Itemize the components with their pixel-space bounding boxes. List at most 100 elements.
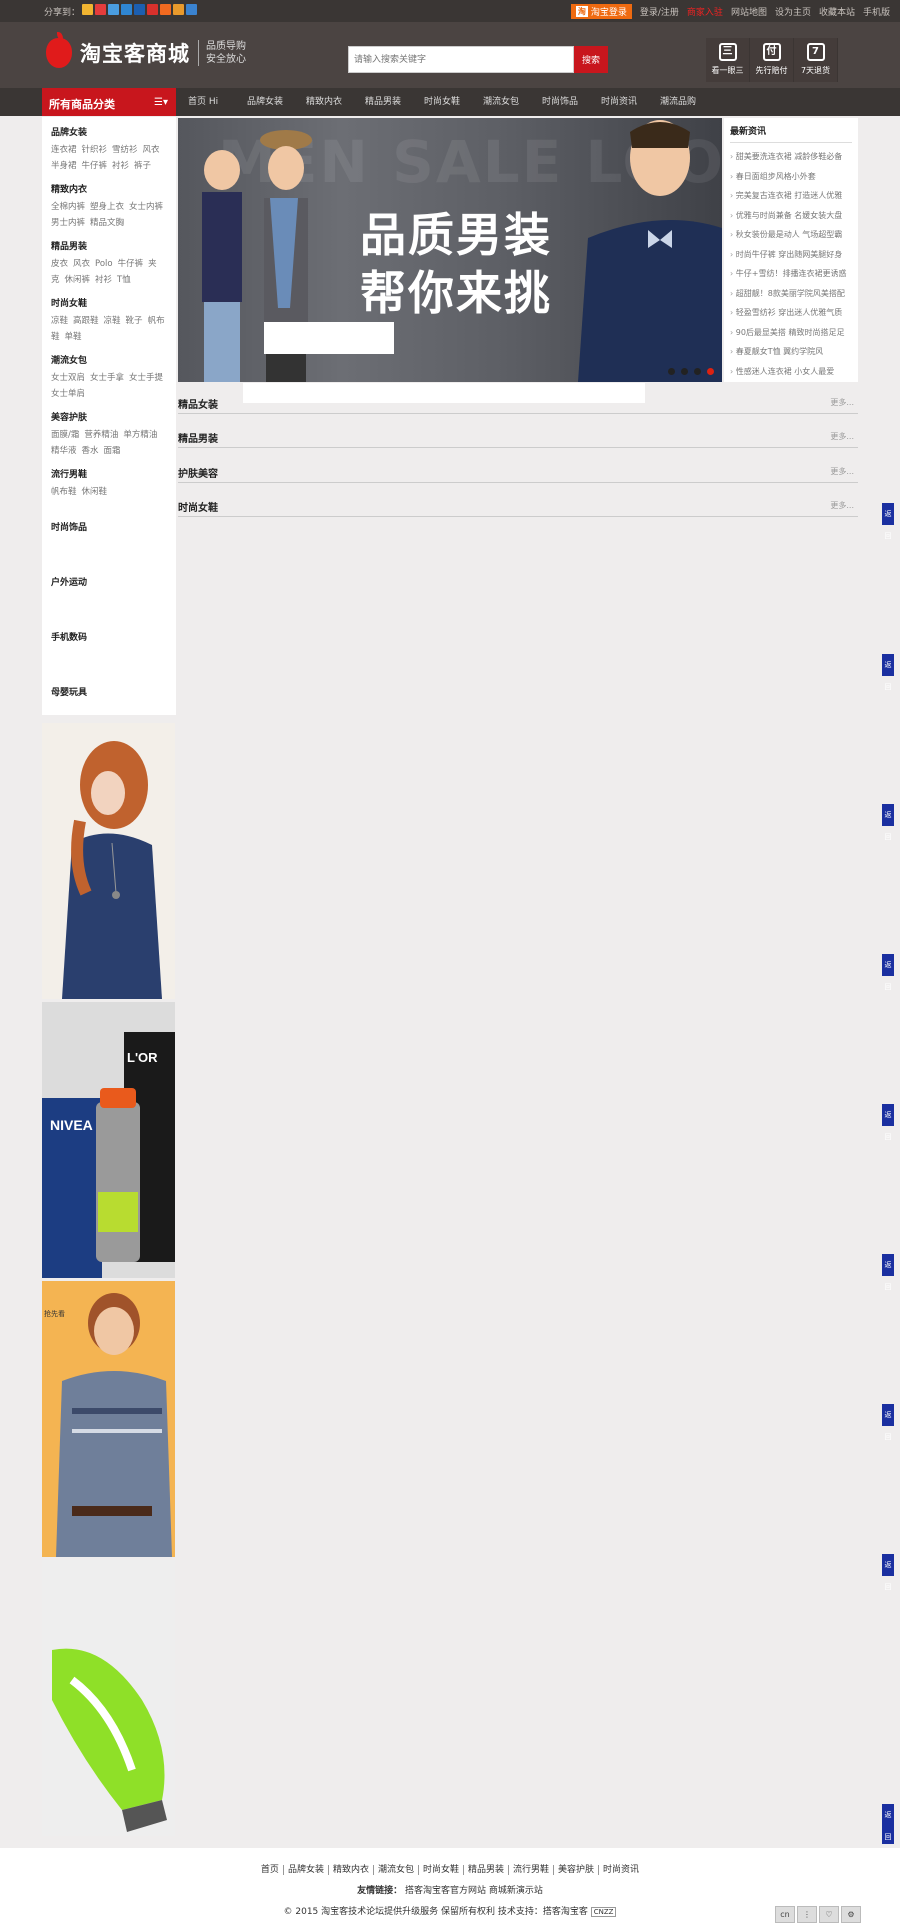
feature-advance-pay[interactable]: 付先行赔付 bbox=[750, 38, 794, 82]
heart-icon[interactable]: ♡ bbox=[819, 1906, 839, 1923]
ad-mens-skincare[interactable]: NIVEA L'OR bbox=[42, 1002, 175, 1278]
category-item[interactable]: 面膜/霜 bbox=[51, 430, 79, 440]
news-item[interactable]: 秋女装份最是动人 气场超型霸 bbox=[730, 225, 852, 245]
category-item[interactable]: 女士内裤 bbox=[129, 202, 163, 212]
side-tab[interactable]: 返回 bbox=[882, 1254, 894, 1291]
footer-link[interactable]: 精品男装 bbox=[464, 1865, 510, 1875]
category-item[interactable]: 全棉内裤 bbox=[51, 202, 85, 212]
ad-sports-shoe[interactable] bbox=[42, 1560, 175, 1836]
category-item[interactable]: 单方精油 bbox=[123, 430, 157, 440]
category-item[interactable]: 半身裙 bbox=[51, 161, 77, 171]
mobile-link[interactable]: 手机版 bbox=[863, 5, 890, 18]
category-item[interactable]: 面霜 bbox=[104, 446, 121, 456]
category-item[interactable]: 凉鞋 bbox=[51, 316, 68, 326]
category-item[interactable]: 塑身上衣 bbox=[90, 202, 124, 212]
search-input[interactable] bbox=[348, 46, 574, 73]
all-categories-button[interactable]: 所有商品分类 ☰▾ bbox=[42, 88, 176, 116]
share-kaixin-icon[interactable] bbox=[147, 4, 158, 15]
category-item[interactable]: 香水 bbox=[82, 446, 99, 456]
sitemap-link[interactable]: 网站地图 bbox=[731, 5, 767, 18]
side-tab[interactable]: 返回 bbox=[882, 1804, 894, 1844]
more-link[interactable]: 更多... bbox=[830, 431, 854, 442]
footer-link[interactable]: 时尚女鞋 bbox=[418, 1865, 464, 1875]
news-item[interactable]: 春日面组步风格小外套 bbox=[730, 167, 852, 187]
category-item[interactable]: 精品文胸 bbox=[90, 218, 124, 228]
banner-dot[interactable] bbox=[694, 368, 701, 375]
category-item[interactable]: 男士内裤 bbox=[51, 218, 85, 228]
category-item[interactable]: 风衣 bbox=[73, 259, 90, 269]
category-item[interactable]: 牛仔裤 bbox=[118, 259, 144, 269]
news-item[interactable]: 时尚牛仔裤 穿出随网美腿好身 bbox=[730, 245, 852, 265]
nav-women[interactable]: 品牌女装 bbox=[235, 88, 294, 116]
side-tab[interactable]: 返回 bbox=[882, 1554, 894, 1591]
nav-lingerie[interactable]: 精致内衣 bbox=[294, 88, 353, 116]
banner-cta-box[interactable] bbox=[264, 322, 394, 354]
language-icon[interactable]: cn bbox=[775, 1906, 795, 1923]
category-item[interactable]: 牛仔裤 bbox=[82, 161, 108, 171]
category-item[interactable]: 皮衣 bbox=[51, 259, 68, 269]
cnzz-badge[interactable]: CNZZ bbox=[590, 1907, 617, 1917]
nav-bags[interactable]: 潮流女包 bbox=[471, 88, 530, 116]
news-item[interactable]: 完美复古连衣裙 打造迷人优雅 bbox=[730, 186, 852, 206]
search-button[interactable]: 搜索 bbox=[574, 46, 608, 73]
category-item[interactable]: 衬衫 bbox=[95, 275, 112, 285]
category-item[interactable]: 女士单肩 bbox=[51, 389, 85, 399]
share-renren-icon[interactable] bbox=[134, 4, 145, 15]
banner-dot-active[interactable] bbox=[707, 368, 714, 375]
category-title[interactable]: 精致内衣 bbox=[51, 182, 176, 195]
site-logo[interactable]: 淘宝客商城 品质导购 安全放心 bbox=[46, 32, 246, 68]
category-item[interactable]: 裤子 bbox=[134, 161, 151, 171]
side-tab[interactable]: 返回 bbox=[882, 1404, 894, 1441]
footer-link[interactable]: 首页 bbox=[256, 1865, 284, 1875]
nav-home[interactable]: 首页 Hi bbox=[176, 88, 235, 116]
side-tab[interactable]: 返回 bbox=[882, 503, 894, 540]
news-item[interactable]: 牛仔+雪纺！排播连衣裙更诱惑 bbox=[730, 264, 852, 284]
side-tab[interactable]: 返回 bbox=[882, 954, 894, 991]
news-item[interactable]: 轻盈雪纺衫 穿出迷人优雅气质 bbox=[730, 303, 852, 323]
footer-link[interactable]: 时尚资讯 bbox=[599, 1865, 643, 1875]
nav-news[interactable]: 时尚资讯 bbox=[589, 88, 648, 116]
news-item[interactable]: 春夏靓女T恤 翼约学院风 bbox=[730, 342, 852, 362]
category-baby-toys[interactable]: 母婴玩具 bbox=[51, 685, 176, 698]
merchant-join-link[interactable]: 商家入驻 bbox=[687, 5, 723, 18]
set-homepage-link[interactable]: 设为主页 bbox=[775, 5, 811, 18]
category-item[interactable]: 高跟鞋 bbox=[73, 316, 99, 326]
more-link[interactable]: 更多... bbox=[830, 500, 854, 511]
category-item[interactable]: 单鞋 bbox=[65, 332, 82, 342]
more-link[interactable]: 更多... bbox=[830, 466, 854, 477]
side-tab[interactable]: 返回 bbox=[882, 804, 894, 841]
category-item[interactable]: 凉鞋 bbox=[104, 316, 121, 326]
side-tab[interactable]: 返回 bbox=[882, 1104, 894, 1141]
news-item[interactable]: 甜美要洗连衣裙 减龄侈鞋必备 bbox=[730, 147, 852, 167]
category-item[interactable]: 女士手提 bbox=[129, 373, 163, 383]
category-item[interactable]: 休闲裤 bbox=[65, 275, 91, 285]
footer-link[interactable]: 潮流女包 bbox=[373, 1865, 419, 1875]
share-qq-icon[interactable] bbox=[108, 4, 119, 15]
share-qzone-icon[interactable] bbox=[82, 4, 93, 15]
share-tencent-icon[interactable] bbox=[121, 4, 132, 15]
menu-dots-icon[interactable]: ⋮ bbox=[797, 1906, 817, 1923]
footer-link[interactable]: 品牌女装 bbox=[283, 1865, 329, 1875]
category-item[interactable]: 帆布鞋 bbox=[51, 487, 77, 497]
taobao-login-button[interactable]: 淘淘宝登录 bbox=[570, 4, 632, 19]
share-taobao-icon[interactable] bbox=[160, 4, 171, 15]
category-title[interactable]: 精品男装 bbox=[51, 239, 176, 252]
share-douban-icon[interactable] bbox=[173, 4, 184, 15]
category-title[interactable]: 时尚女鞋 bbox=[51, 296, 176, 309]
category-item[interactable]: 风衣 bbox=[143, 145, 160, 155]
login-register-link[interactable]: 登录/注册 bbox=[640, 5, 679, 18]
footer-link[interactable]: 美容护肤 bbox=[554, 1865, 600, 1875]
ad-mens-shirt[interactable]: 抢先看 bbox=[42, 1281, 175, 1557]
category-item[interactable]: Polo bbox=[95, 259, 113, 269]
nav-womens-shoes[interactable]: 时尚女鞋 bbox=[412, 88, 471, 116]
hero-banner[interactable]: MEN SALE LOOK 品质男装 帮你来挑 bbox=[178, 118, 722, 382]
category-title[interactable]: 美容护肤 bbox=[51, 410, 176, 423]
category-item[interactable]: 衬衫 bbox=[112, 161, 129, 171]
news-item[interactable]: 90后最显美搭 精致时尚搭足足 bbox=[730, 323, 852, 343]
nav-accessories[interactable]: 时尚饰品 bbox=[530, 88, 589, 116]
banner-dot[interactable] bbox=[681, 368, 688, 375]
news-item[interactable]: 超甜靓！8款美丽学院风美搭配 bbox=[730, 284, 852, 304]
category-item[interactable]: 休闲鞋 bbox=[82, 487, 108, 497]
category-title[interactable]: 潮流女包 bbox=[51, 353, 176, 366]
category-digital[interactable]: 手机数码 bbox=[51, 630, 176, 643]
